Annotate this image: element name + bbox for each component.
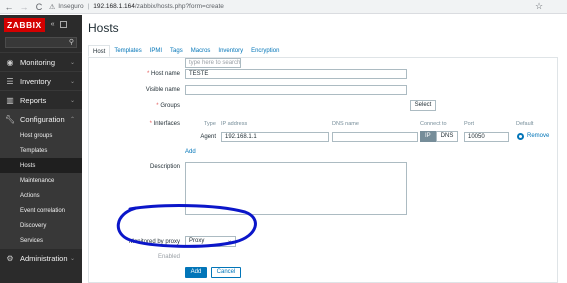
page-title: Hosts bbox=[88, 21, 119, 35]
tab-encryption[interactable]: Encryption bbox=[247, 45, 283, 57]
host-name-label-text: Host name bbox=[150, 71, 180, 77]
add-button[interactable]: Add bbox=[185, 267, 207, 278]
iface-connect-toggle: IP DNS bbox=[420, 131, 459, 142]
tab-ipmi[interactable]: IPMI bbox=[146, 45, 166, 57]
bookmark-star-icon[interactable]: ☆ bbox=[533, 1, 545, 12]
menu-configuration-label: Configuration bbox=[20, 114, 65, 124]
cancel-button[interactable]: Cancel bbox=[211, 267, 241, 278]
iface-header-dns: DNS name bbox=[332, 121, 359, 127]
chevron-down-icon: ⌄ bbox=[69, 59, 75, 66]
tab-macros[interactable]: Macros bbox=[187, 45, 215, 57]
iface-ip-input[interactable]: 192.168.1.1 bbox=[221, 132, 329, 142]
host-name-label: * Host name bbox=[146, 71, 180, 77]
submenu-templates[interactable]: Templates bbox=[0, 143, 82, 158]
proxy-select-value: Proxy bbox=[189, 238, 205, 244]
wrench-icon: 🔧︎ bbox=[5, 114, 16, 124]
interfaces-label: * Interfaces bbox=[149, 121, 180, 127]
submenu-maintenance[interactable]: Maintenance bbox=[0, 173, 82, 188]
chevron-down-icon: ⌄ bbox=[69, 78, 75, 85]
enabled-label: Enabled bbox=[157, 254, 180, 260]
menu-reports[interactable]: ▥ Reports ⌄ bbox=[0, 90, 82, 109]
connect-dns-option[interactable]: DNS bbox=[435, 131, 459, 142]
menu-monitoring[interactable]: ◉ Monitoring ⌄ bbox=[0, 52, 82, 71]
tab-inventory[interactable]: Inventory bbox=[214, 45, 247, 57]
back-arrow-icon[interactable]: ← bbox=[3, 1, 15, 13]
groups-label: * Groups bbox=[156, 103, 180, 109]
groups-label-text: Groups bbox=[160, 103, 180, 109]
forward-arrow-icon[interactable]: → bbox=[18, 1, 30, 13]
search-icon[interactable]: ⚲ bbox=[69, 38, 74, 46]
menu-configuration[interactable]: 🔧︎ Configuration ⌃ bbox=[0, 109, 82, 128]
description-label: Description bbox=[149, 164, 180, 170]
gear-icon: ⚙ bbox=[6, 253, 14, 263]
submenu-hosts[interactable]: Hosts bbox=[0, 158, 82, 173]
chart-icon: ▥ bbox=[6, 95, 14, 105]
menu-reports-label: Reports bbox=[20, 95, 47, 105]
collapse-sidebar-icon[interactable]: « bbox=[51, 21, 56, 28]
interfaces-label-text: Interfaces bbox=[153, 121, 180, 127]
iface-header-ip: IP address bbox=[221, 121, 248, 127]
logo-row: ZABBIX « bbox=[0, 15, 82, 34]
url-path: /zabbix/hosts.php?form=create bbox=[134, 3, 224, 10]
iface-default-radio[interactable] bbox=[517, 133, 524, 140]
monitored-by-proxy-label: Monitored by proxy bbox=[128, 239, 180, 245]
iface-dns-input[interactable] bbox=[332, 132, 418, 142]
zabbix-logo[interactable]: ZABBIX bbox=[4, 17, 45, 32]
connect-ip-option[interactable]: IP bbox=[420, 131, 436, 142]
submenu-event-correlation[interactable]: Event correlation bbox=[0, 203, 82, 218]
browser-toolbar: ← → C ⚠ Inseguro | 192.168.1.164 /zabbix… bbox=[0, 0, 567, 14]
iface-port-input[interactable]: 10050 bbox=[464, 132, 509, 142]
proxy-select[interactable]: Proxy ⌄ bbox=[185, 236, 236, 247]
description-textarea[interactable] bbox=[185, 162, 407, 215]
configuration-submenu: Host groups Templates Hosts Maintenance … bbox=[0, 128, 82, 248]
menu-inventory-label: Inventory bbox=[20, 76, 51, 86]
reload-icon[interactable]: C bbox=[33, 1, 45, 13]
chevron-up-icon: ⌃ bbox=[69, 116, 75, 123]
groups-search-input[interactable]: type here to search bbox=[185, 58, 242, 68]
submenu-services[interactable]: Services bbox=[0, 233, 82, 248]
form-tabs: Host Templates IPMI Tags Macros Inventor… bbox=[88, 45, 283, 57]
iface-header-port: Port bbox=[464, 121, 475, 127]
eye-icon: ◉ bbox=[6, 57, 14, 67]
iface-header-default: Default bbox=[516, 121, 534, 127]
submenu-discovery[interactable]: Discovery bbox=[0, 218, 82, 233]
chevron-down-icon: ⌄ bbox=[69, 97, 75, 104]
sidebar-search-input[interactable]: ⚲ bbox=[5, 37, 77, 48]
address-separator: | bbox=[87, 3, 90, 10]
add-interface-link[interactable]: Add bbox=[185, 149, 196, 155]
iface-header-type: Type bbox=[204, 121, 216, 127]
host-name-input[interactable]: TESTE bbox=[185, 69, 407, 79]
menu-administration[interactable]: ⚙ Administration ⌄ bbox=[0, 248, 82, 267]
visible-name-input[interactable] bbox=[185, 85, 407, 95]
kiosk-mode-icon[interactable] bbox=[59, 21, 67, 28]
submenu-actions[interactable]: Actions bbox=[0, 188, 82, 203]
main-content: Hosts Host Templates IPMI Tags Macros In… bbox=[82, 15, 567, 283]
tab-host[interactable]: Host bbox=[88, 45, 111, 57]
warning-icon: ⚠ bbox=[49, 3, 56, 11]
sidebar: ZABBIX « ⚲ ◉ Monitoring ⌄ ☰ Inventory ⌄ … bbox=[0, 15, 82, 283]
menu-inventory[interactable]: ☰ Inventory ⌄ bbox=[0, 71, 82, 90]
groups-select-button[interactable]: Select bbox=[410, 100, 436, 111]
host-form-panel: * Host name TESTE Visible name * Groups … bbox=[88, 57, 558, 283]
iface-header-connect: Connect to bbox=[420, 121, 447, 127]
url-host: 192.168.1.164 bbox=[93, 3, 135, 10]
iface-remove-link[interactable]: Remove bbox=[527, 133, 549, 139]
iface-type-agent: Agent bbox=[200, 134, 216, 140]
submenu-host-groups[interactable]: Host groups bbox=[0, 128, 82, 143]
tab-templates[interactable]: Templates bbox=[110, 45, 145, 57]
menu-monitoring-label: Monitoring bbox=[20, 57, 56, 67]
list-icon: ☰ bbox=[6, 76, 14, 86]
chevron-down-icon: ⌄ bbox=[69, 255, 75, 262]
address-bar[interactable]: ⚠ Inseguro | 192.168.1.164 /zabbix/hosts… bbox=[49, 1, 533, 12]
security-status: Inseguro bbox=[58, 3, 84, 10]
chevron-down-icon: ⌄ bbox=[226, 238, 232, 244]
tab-tags[interactable]: Tags bbox=[166, 45, 187, 57]
visible-name-label: Visible name bbox=[145, 87, 180, 93]
menu-administration-label: Administration bbox=[20, 253, 68, 263]
